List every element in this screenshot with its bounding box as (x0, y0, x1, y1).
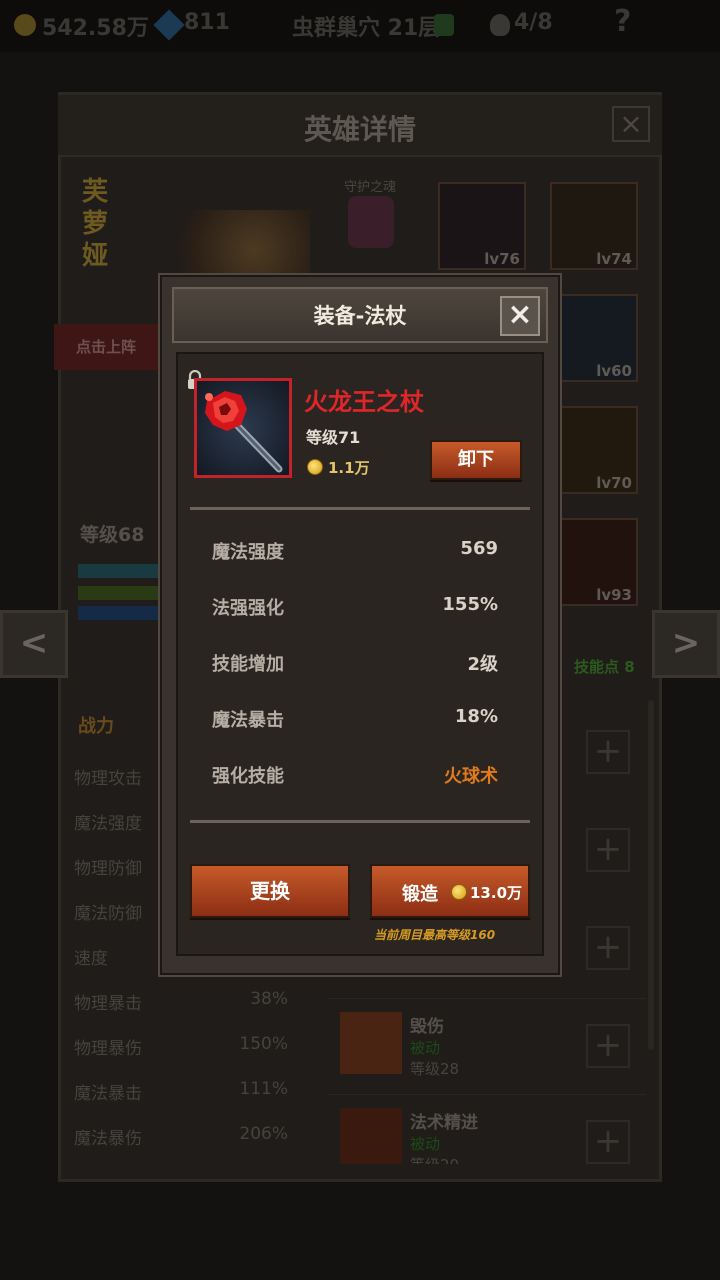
attribute-value: 155% (442, 594, 498, 615)
skill-name: 毁伤 (410, 1017, 444, 1037)
stat-value: 38% (250, 989, 288, 1009)
combat-power-label: 战力 (78, 716, 114, 737)
hero-detail-close-button[interactable]: × (612, 106, 650, 142)
skill-level: 等级28 (410, 1060, 460, 1078)
stat-label: 物理暴击 (74, 994, 142, 1014)
stat-bar (78, 606, 158, 620)
hero-level: 等级68 (80, 524, 145, 546)
skill-icon (340, 1012, 402, 1074)
kill-progress: 4/8 (514, 10, 553, 35)
item-sell-price: 1.1万 (328, 459, 370, 477)
attribute-value: 2级 (467, 654, 498, 675)
attribute-label: 法强强化 (212, 598, 284, 619)
skull-icon (490, 14, 510, 36)
deploy-button[interactable]: 点击上阵 (54, 324, 158, 370)
equip-slot-level: lv76 (484, 250, 520, 268)
enhanced-skill-value: 火球术 (444, 766, 498, 787)
skill-upgrade-button[interactable]: + (586, 730, 630, 774)
stat-label: 速度 (74, 949, 108, 969)
prev-hero-button[interactable]: < (0, 610, 68, 678)
fire-staff-icon (197, 381, 289, 475)
divider (190, 507, 530, 510)
skill-icon (340, 1108, 402, 1164)
stat-bar (78, 564, 158, 578)
skill-list-scrollbar[interactable] (648, 700, 654, 1050)
attribute-label: 强化技能 (212, 766, 284, 787)
equip-slot-level: lv74 (596, 250, 632, 268)
stat-label: 物理暴伤 (74, 1039, 142, 1059)
skill-upgrade-button[interactable]: + (586, 926, 630, 970)
equipment-dialog-title: 装备-法杖 (313, 304, 407, 328)
skill-type: 被动 (410, 1135, 441, 1153)
potion-icon (434, 14, 454, 36)
equip-slot-level: lv60 (596, 362, 632, 380)
stat-label: 魔法防御 (74, 904, 142, 924)
skill-upgrade-button[interactable]: + (586, 1120, 630, 1164)
guardian-label: 守护之魂 (344, 180, 397, 195)
skill-level: 等级20 (410, 1154, 459, 1164)
attribute-value: 569 (460, 538, 498, 559)
gem-amount: 811 (184, 10, 230, 35)
dialog-close-button[interactable]: × (500, 296, 540, 336)
divider (190, 820, 530, 823)
stat-label: 魔法暴伤 (74, 1129, 142, 1149)
stat-label: 魔法暴击 (74, 1084, 142, 1104)
unequip-button[interactable]: 卸下 (430, 440, 522, 480)
gold-coin-icon (14, 14, 36, 36)
change-equipment-button[interactable]: 更换 (190, 864, 350, 918)
skill-name: 法术精进 (410, 1113, 478, 1133)
stat-value: 150% (239, 1034, 288, 1054)
attribute-label: 技能增加 (212, 654, 284, 675)
stat-label: 物理攻击 (74, 769, 142, 789)
skill-points: 技能点 8 (574, 658, 635, 676)
item-icon-frame[interactable] (194, 378, 292, 478)
gold-coin-icon (451, 884, 467, 900)
forge-label: 锻造 (402, 884, 438, 905)
attribute-label: 魔法暴击 (212, 710, 284, 731)
attribute-label: 魔法强度 (212, 542, 284, 563)
stat-value: 111% (239, 1079, 288, 1099)
equip-slot-level: lv70 (596, 474, 632, 492)
forge-cost: 13.0万 (470, 884, 523, 902)
skill-type: 被动 (410, 1039, 441, 1057)
stat-bar (78, 586, 158, 600)
help-button[interactable]: ? (614, 4, 631, 39)
max-level-note: 当前周目最高等级160 (374, 928, 496, 942)
guardian-icon[interactable] (348, 196, 394, 248)
hero-name: 芙萝娅 (82, 177, 109, 271)
next-hero-button[interactable]: > (652, 610, 720, 678)
item-level: 等级71 (306, 428, 361, 447)
stat-label: 魔法强度 (74, 814, 142, 834)
skill-upgrade-button[interactable]: + (586, 1024, 630, 1068)
gold-amount: 542.58万 (42, 16, 149, 41)
dungeon-location: 虫群巢穴 21层 (292, 16, 441, 41)
skill-upgrade-button[interactable]: + (586, 828, 630, 872)
equip-slot-level: lv93 (596, 586, 632, 604)
item-name: 火龙王之杖 (304, 388, 424, 416)
gold-coin-icon (307, 459, 323, 475)
stat-value: 206% (239, 1124, 288, 1144)
attribute-value: 18% (454, 706, 498, 727)
stat-label: 物理防御 (74, 859, 142, 879)
